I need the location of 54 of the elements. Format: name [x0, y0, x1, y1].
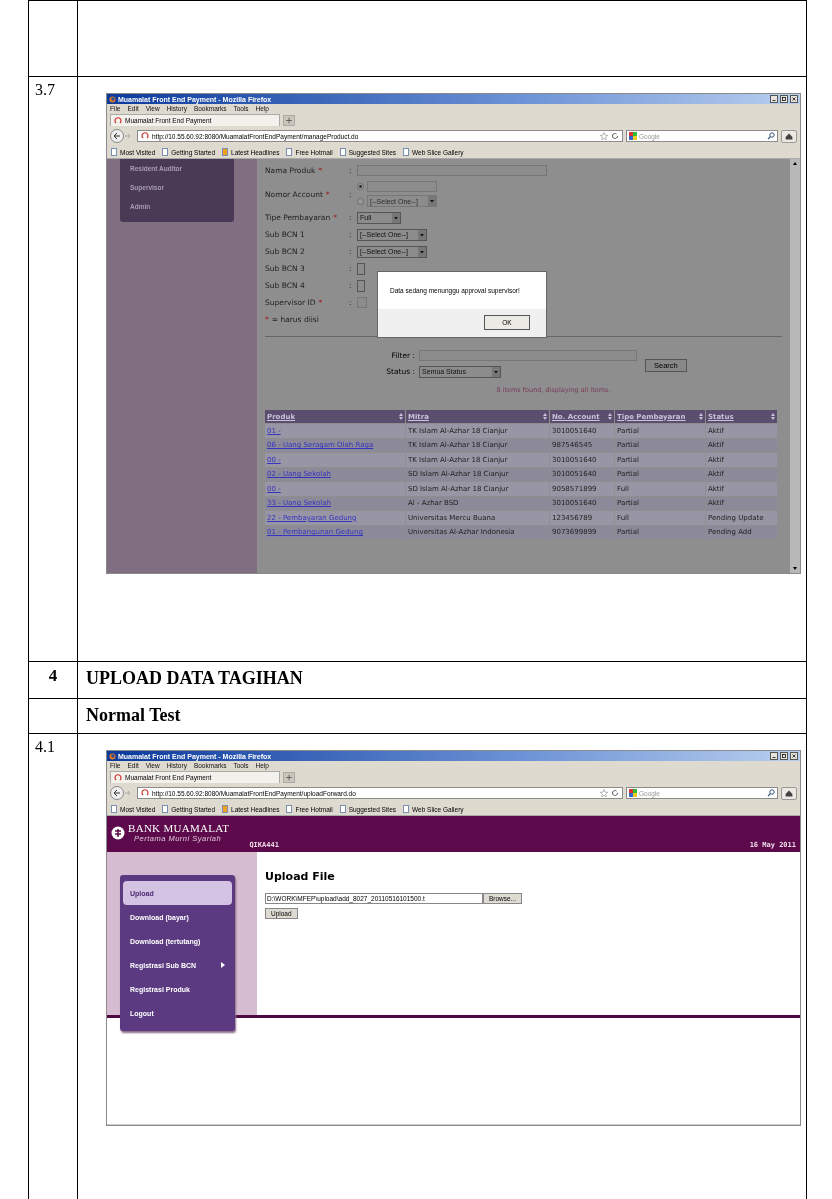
home-icon[interactable] [781, 129, 797, 143]
star-icon[interactable] [600, 789, 608, 797]
sort-icon[interactable] [699, 413, 703, 420]
star-icon[interactable] [600, 132, 608, 140]
page-icon [110, 148, 118, 156]
search-icon[interactable] [767, 789, 775, 797]
home-icon[interactable] [781, 786, 797, 800]
restore-icon[interactable] [780, 752, 788, 760]
radio-button[interactable] [357, 183, 364, 190]
radio-button[interactable] [357, 197, 364, 205]
step-number: 3.7 [35, 81, 55, 98]
page-heading: Upload File [265, 870, 336, 883]
section-title: UPLOAD DATA TAGIHAN [86, 667, 304, 689]
sort-icon[interactable] [399, 413, 403, 420]
bank-name: BANK MUAMALAT [128, 822, 230, 834]
sort-icon[interactable] [543, 413, 547, 420]
bank-logo-icon [111, 825, 125, 840]
dropdown[interactable] [357, 262, 365, 275]
search-icon[interactable] [767, 132, 775, 140]
subsection-title: Normal Test [86, 704, 182, 726]
dropdown[interactable] [357, 279, 365, 292]
close-icon[interactable] [790, 752, 798, 760]
page-icon [110, 805, 118, 813]
page-icon [338, 805, 347, 813]
firefox-icon [109, 95, 116, 103]
scrollbar[interactable] [790, 159, 800, 573]
page-icon [221, 805, 230, 813]
close-icon[interactable] [790, 95, 798, 103]
firefox-icon [109, 752, 116, 760]
loading-favicon-icon [141, 132, 149, 140]
step-number: 4.1 [35, 738, 55, 755]
loading-favicon-icon [114, 116, 122, 125]
search-engine-icon [629, 132, 637, 140]
minimize-icon[interactable] [770, 752, 778, 760]
page-icon [338, 148, 347, 156]
reload-icon[interactable] [611, 789, 619, 797]
plus-icon[interactable] [283, 772, 295, 783]
sort-icon[interactable] [771, 413, 775, 420]
restore-icon[interactable] [780, 95, 788, 103]
section-number: 4 [48, 666, 58, 685]
minimize-icon[interactable] [770, 95, 778, 103]
search-engine-icon [629, 789, 637, 797]
page-icon [402, 805, 410, 813]
plus-icon[interactable] [283, 115, 295, 126]
page-icon [161, 805, 170, 813]
page-icon [161, 148, 170, 156]
reload-icon[interactable] [611, 132, 619, 140]
loading-favicon-icon [141, 789, 149, 797]
page-icon [221, 148, 230, 156]
page-icon [285, 805, 294, 813]
loading-favicon-icon [114, 773, 122, 782]
page-icon [285, 148, 294, 156]
sort-icon[interactable] [608, 413, 612, 420]
page-icon [402, 148, 410, 156]
